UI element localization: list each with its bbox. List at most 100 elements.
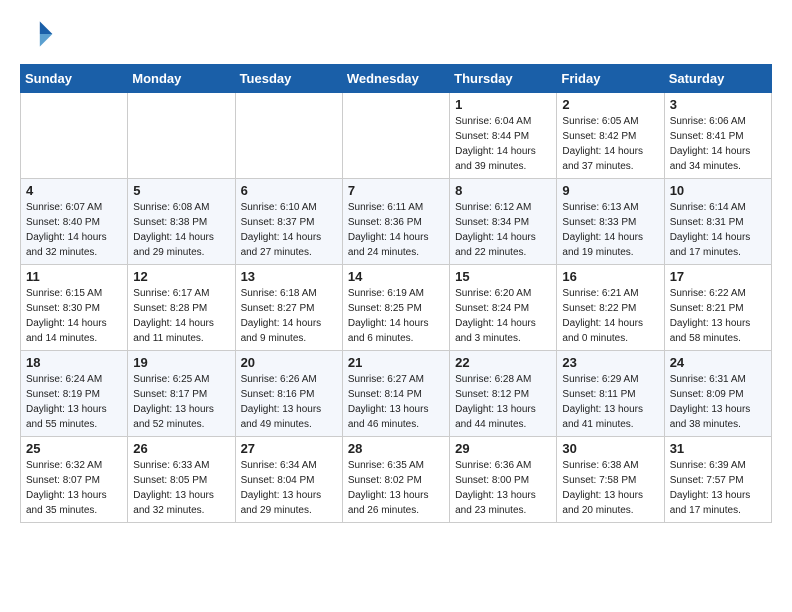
day-number: 26 [133,441,229,456]
day-info: Sunrise: 6:18 AMSunset: 8:27 PMDaylight:… [241,286,337,346]
day-info: Sunrise: 6:12 AMSunset: 8:34 PMDaylight:… [455,200,551,260]
day-number: 21 [348,355,444,370]
day-number: 23 [562,355,658,370]
calendar-cell: 12 Sunrise: 6:17 AMSunset: 8:28 PMDayligh… [128,265,235,351]
calendar-header-thursday: Thursday [450,65,557,93]
header [20,16,772,52]
day-number: 2 [562,97,658,112]
calendar-cell: 29 Sunrise: 6:36 AMSunset: 8:00 PMDayligh… [450,437,557,523]
day-info: Sunrise: 6:05 AMSunset: 8:42 PMDaylight:… [562,114,658,174]
calendar-week-2: 4 Sunrise: 6:07 AMSunset: 8:40 PMDaylight… [21,179,772,265]
day-info: Sunrise: 6:19 AMSunset: 8:25 PMDaylight:… [348,286,444,346]
day-number: 29 [455,441,551,456]
day-number: 20 [241,355,337,370]
calendar-cell: 13 Sunrise: 6:18 AMSunset: 8:27 PMDayligh… [235,265,342,351]
day-number: 19 [133,355,229,370]
day-info: Sunrise: 6:31 AMSunset: 8:09 PMDaylight:… [670,372,766,432]
day-number: 8 [455,183,551,198]
calendar-header-tuesday: Tuesday [235,65,342,93]
day-info: Sunrise: 6:25 AMSunset: 8:17 PMDaylight:… [133,372,229,432]
calendar-cell: 21Sunrise: 6:27 AMSunset: 8:14 PMDayligh… [342,351,449,437]
calendar-cell: 18 Sunrise: 6:24 AMSunset: 8:19 PMDayligh… [21,351,128,437]
calendar-cell [128,93,235,179]
day-info: Sunrise: 6:11 AMSunset: 8:36 PMDaylight:… [348,200,444,260]
day-info: Sunrise: 6:34 AMSunset: 8:04 PMDaylight:… [241,458,337,518]
calendar-cell: 14 Sunrise: 6:19 AMSunset: 8:25 PMDayligh… [342,265,449,351]
day-info: Sunrise: 6:06 AMSunset: 8:41 PMDaylight:… [670,114,766,174]
day-number: 4 [26,183,122,198]
calendar-week-5: 25Sunrise: 6:32 AMSunset: 8:07 PMDayligh… [21,437,772,523]
day-info: Sunrise: 6:28 AMSunset: 8:12 PMDaylight:… [455,372,551,432]
calendar-cell: 19 Sunrise: 6:25 AMSunset: 8:17 PMDayligh… [128,351,235,437]
day-info: Sunrise: 6:24 AMSunset: 8:19 PMDaylight:… [26,372,122,432]
calendar-cell: 1Sunrise: 6:04 AMSunset: 8:44 PMDaylight… [450,93,557,179]
page: SundayMondayTuesdayWednesdayThursdayFrid… [0,0,792,543]
calendar-header-wednesday: Wednesday [342,65,449,93]
day-number: 3 [670,97,766,112]
day-info: Sunrise: 6:08 AMSunset: 8:38 PMDaylight:… [133,200,229,260]
day-number: 10 [670,183,766,198]
day-number: 1 [455,97,551,112]
day-number: 27 [241,441,337,456]
day-info: Sunrise: 6:35 AMSunset: 8:02 PMDaylight:… [348,458,444,518]
logo-icon [20,16,56,52]
day-info: Sunrise: 6:17 AMSunset: 8:28 PMDaylight:… [133,286,229,346]
calendar-table: SundayMondayTuesdayWednesdayThursdayFrid… [20,64,772,523]
calendar-cell: 10 Sunrise: 6:14 AMSunset: 8:31 PMDayligh… [664,179,771,265]
calendar-cell: 6Sunrise: 6:10 AMSunset: 8:37 PMDaylight… [235,179,342,265]
calendar-week-1: 1Sunrise: 6:04 AMSunset: 8:44 PMDaylight… [21,93,772,179]
calendar-cell [235,93,342,179]
day-info: Sunrise: 6:13 AMSunset: 8:33 PMDaylight:… [562,200,658,260]
calendar-cell: 7 Sunrise: 6:11 AMSunset: 8:36 PMDaylight… [342,179,449,265]
day-number: 7 [348,183,444,198]
calendar-cell: 9 Sunrise: 6:13 AMSunset: 8:33 PMDaylight… [557,179,664,265]
day-info: Sunrise: 6:22 AMSunset: 8:21 PMDaylight:… [670,286,766,346]
day-info: Sunrise: 6:32 AMSunset: 8:07 PMDaylight:… [26,458,122,518]
calendar-cell: 17 Sunrise: 6:22 AMSunset: 8:21 PMDayligh… [664,265,771,351]
day-number: 14 [348,269,444,284]
day-info: Sunrise: 6:15 AMSunset: 8:30 PMDaylight:… [26,286,122,346]
day-number: 5 [133,183,229,198]
day-number: 18 [26,355,122,370]
day-number: 11 [26,269,122,284]
calendar-cell: 26 Sunrise: 6:33 AMSunset: 8:05 PMDayligh… [128,437,235,523]
calendar-cell: 24 Sunrise: 6:31 AMSunset: 8:09 PMDayligh… [664,351,771,437]
day-number: 22 [455,355,551,370]
calendar-cell: 3 Sunrise: 6:06 AMSunset: 8:41 PMDaylight… [664,93,771,179]
day-number: 31 [670,441,766,456]
logo [20,16,60,52]
calendar-cell: 23 Sunrise: 6:29 AMSunset: 8:11 PMDayligh… [557,351,664,437]
day-info: Sunrise: 6:26 AMSunset: 8:16 PMDaylight:… [241,372,337,432]
calendar-header-monday: Monday [128,65,235,93]
day-info: Sunrise: 6:36 AMSunset: 8:00 PMDaylight:… [455,458,551,518]
calendar-cell: 5 Sunrise: 6:08 AMSunset: 8:38 PMDaylight… [128,179,235,265]
day-info: Sunrise: 6:10 AMSunset: 8:37 PMDaylight:… [241,200,337,260]
day-info: Sunrise: 6:20 AMSunset: 8:24 PMDaylight:… [455,286,551,346]
day-number: 16 [562,269,658,284]
calendar-cell: 27 Sunrise: 6:34 AMSunset: 8:04 PMDayligh… [235,437,342,523]
day-number: 30 [562,441,658,456]
calendar-header-friday: Friday [557,65,664,93]
calendar-cell: 25Sunrise: 6:32 AMSunset: 8:07 PMDayligh… [21,437,128,523]
day-number: 24 [670,355,766,370]
day-number: 15 [455,269,551,284]
calendar-cell: 4 Sunrise: 6:07 AMSunset: 8:40 PMDaylight… [21,179,128,265]
calendar-cell [21,93,128,179]
day-info: Sunrise: 6:38 AMSunset: 7:58 PMDaylight:… [562,458,658,518]
day-info: Sunrise: 6:33 AMSunset: 8:05 PMDaylight:… [133,458,229,518]
calendar-cell [342,93,449,179]
day-number: 13 [241,269,337,284]
day-info: Sunrise: 6:21 AMSunset: 8:22 PMDaylight:… [562,286,658,346]
day-number: 9 [562,183,658,198]
calendar-cell: 15 Sunrise: 6:20 AMSunset: 8:24 PMDayligh… [450,265,557,351]
day-info: Sunrise: 6:14 AMSunset: 8:31 PMDaylight:… [670,200,766,260]
calendar-header-sunday: Sunday [21,65,128,93]
day-number: 12 [133,269,229,284]
calendar-cell: 22 Sunrise: 6:28 AMSunset: 8:12 PMDayligh… [450,351,557,437]
calendar-cell: 20 Sunrise: 6:26 AMSunset: 8:16 PMDayligh… [235,351,342,437]
day-number: 17 [670,269,766,284]
calendar-header-saturday: Saturday [664,65,771,93]
day-info: Sunrise: 6:29 AMSunset: 8:11 PMDaylight:… [562,372,658,432]
calendar-cell: 28Sunrise: 6:35 AMSunset: 8:02 PMDayligh… [342,437,449,523]
day-info: Sunrise: 6:07 AMSunset: 8:40 PMDaylight:… [26,200,122,260]
